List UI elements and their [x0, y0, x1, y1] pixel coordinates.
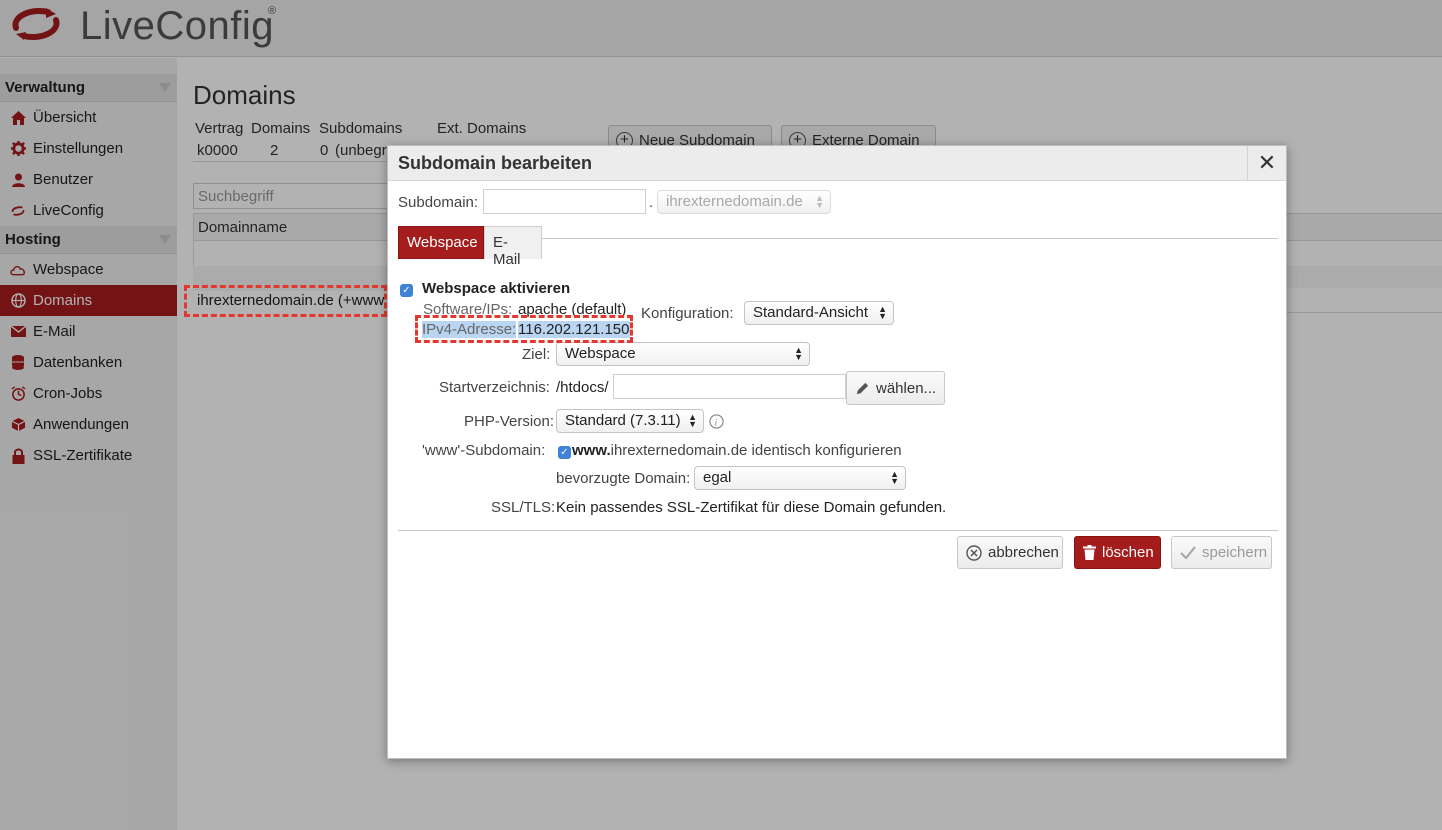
close-icon[interactable]: ✕: [1247, 146, 1286, 181]
choose-directory-button[interactable]: wählen...: [846, 371, 946, 405]
info-icon[interactable]: i: [709, 414, 724, 433]
preferred-domain-select[interactable]: egal ▲ ▼: [694, 466, 906, 490]
subdomain-label: Subdomain:: [398, 194, 479, 211]
highlight-ipv4-address: [415, 315, 633, 343]
delete-button[interactable]: löschen: [1074, 536, 1161, 569]
domain-select[interactable]: ihrexternedomain.de ▲ ▼: [657, 190, 831, 214]
php-version-select[interactable]: Standard (7.3.11) ▲ ▼: [556, 409, 704, 433]
www-subdomain-label: 'www'-Subdomain:: [422, 442, 546, 459]
button-label: löschen: [1102, 544, 1154, 561]
select-arrows-icon: ▲ ▼: [794, 345, 803, 362]
webspace-enable-checkbox[interactable]: ✓: [400, 284, 413, 297]
www-subdomain-checkbox[interactable]: ✓: [558, 446, 571, 459]
preferred-domain-select-value: egal: [703, 469, 732, 486]
ziel-select-value: Webspace: [565, 345, 636, 362]
cancel-circle-icon: [966, 544, 982, 561]
save-button[interactable]: speichern: [1171, 536, 1272, 569]
highlight-domain-row: [184, 285, 387, 317]
dialog-title: Subdomain bearbeiten: [398, 153, 593, 173]
ziel-label: Ziel:: [522, 346, 551, 363]
www-description: ihrexternedomain.de identisch konfigurie…: [610, 442, 902, 459]
select-arrows-icon: ▲ ▼: [688, 412, 697, 429]
dialog-header: Subdomain bearbeiten ✕: [388, 146, 1286, 181]
konfiguration-select-value: Standard-Ansicht: [753, 304, 869, 321]
tab-email[interactable]: E-Mail: [484, 226, 542, 268]
ssl-label: SSL/TLS:: [491, 499, 556, 516]
tab-webspace[interactable]: Webspace: [398, 226, 484, 259]
startverzeichnis-label: Startverzeichnis:: [439, 379, 550, 396]
tab-divider: [541, 238, 1278, 239]
select-arrows-icon: ▲ ▼: [815, 193, 824, 210]
php-version-select-value: Standard (7.3.11): [565, 412, 681, 429]
select-arrows-icon: ▲ ▼: [878, 304, 887, 321]
www-subdomain-text: www.ihrexternedomain.de identisch konfig…: [572, 442, 902, 459]
trash-icon: [1083, 545, 1096, 560]
ssl-status: Kein passendes SSL-Zertifikat für diese …: [556, 499, 947, 516]
checkmark-icon: [1180, 546, 1196, 559]
php-version-label: PHP-Version:: [464, 413, 555, 430]
cancel-button[interactable]: abbrechen: [957, 536, 1063, 569]
www-prefix: www.: [572, 442, 611, 459]
button-label: speichern: [1202, 544, 1268, 561]
konfiguration-label: Konfiguration:: [641, 305, 734, 322]
footer-divider: [398, 530, 1278, 531]
pencil-icon: [855, 381, 870, 396]
webspace-enable-label: Webspace aktivieren: [422, 280, 571, 297]
startverzeichnis-input[interactable]: [613, 374, 846, 399]
button-label: abbrechen: [988, 544, 1059, 561]
ziel-select[interactable]: Webspace ▲ ▼: [556, 342, 810, 366]
konfiguration-select[interactable]: Standard-Ansicht ▲ ▼: [744, 301, 894, 325]
subdomain-input[interactable]: [483, 189, 646, 214]
dot-separator: .: [649, 194, 654, 211]
startverzeichnis-prefix: /htdocs/: [556, 379, 609, 396]
svg-text:i: i: [715, 418, 718, 428]
button-label: wählen...: [876, 379, 937, 397]
domain-select-value: ihrexternedomain.de: [666, 193, 803, 210]
edit-subdomain-dialog: Subdomain bearbeiten ✕ Subdomain: . ihre…: [387, 145, 1287, 759]
preferred-domain-label: bevorzugte Domain:: [556, 470, 691, 487]
select-arrows-icon: ▲ ▼: [890, 469, 899, 486]
